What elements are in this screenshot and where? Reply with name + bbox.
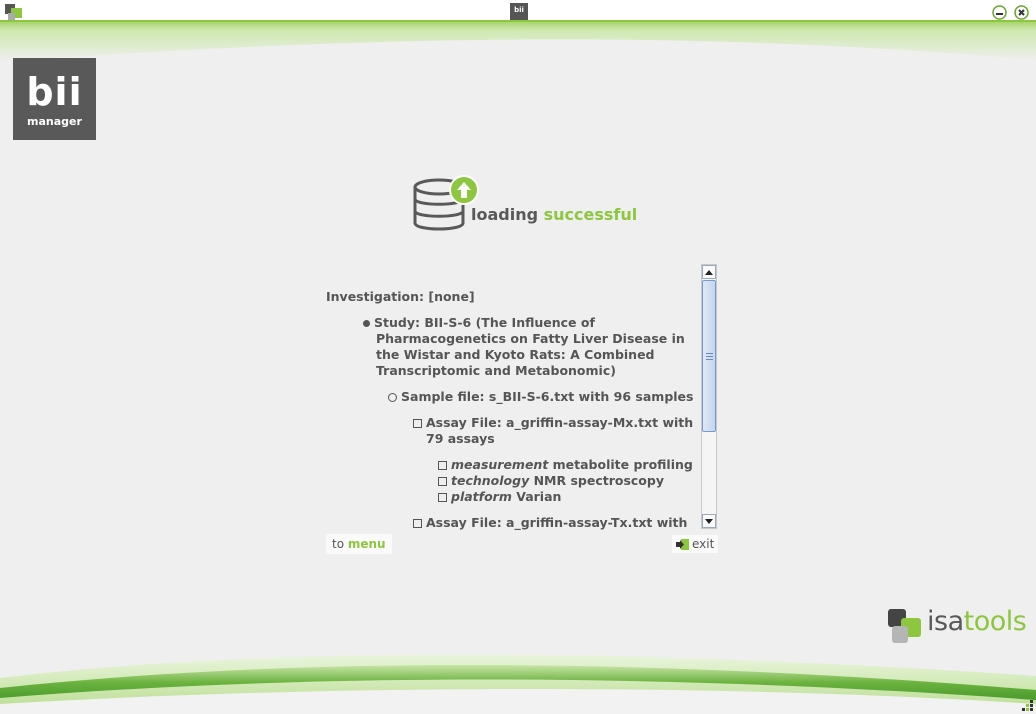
investigation-node[interactable]: Investigation: [none] xyxy=(326,289,475,305)
arrow-up-icon xyxy=(705,269,713,275)
tree-scrollbar[interactable] xyxy=(701,264,717,529)
assay-file-node[interactable]: Assay File: a_griffin-assay-Mx.txt with xyxy=(413,415,693,431)
square-bullet-icon xyxy=(438,461,447,470)
bottom-wave-decoration xyxy=(0,654,1036,714)
top-wave-decoration xyxy=(0,20,1036,66)
study-node-line: the Wistar and Kyoto Rats: A Combined xyxy=(376,347,655,362)
circle-bullet-icon xyxy=(388,393,397,402)
square-bullet-icon xyxy=(438,477,447,486)
isatools-brand: isatools xyxy=(927,606,1027,637)
bullet-icon xyxy=(363,320,370,327)
exit-button[interactable]: exit xyxy=(672,535,719,553)
logo-subtitle: manager xyxy=(27,115,82,128)
logo-title: bii xyxy=(26,70,83,114)
square-bullet-icon xyxy=(438,493,447,502)
to-menu-button[interactable]: to menu xyxy=(326,534,392,554)
study-node-line: Pharmacogenetics on Fatty Liver Disease … xyxy=(376,331,685,346)
close-icon[interactable] xyxy=(1014,5,1029,20)
study-node-line: Transcriptomic and Metabonomic) xyxy=(376,363,616,378)
assay-file-node-line: 79 assays xyxy=(426,431,495,446)
sample-file-node[interactable]: Sample file: s_BII-S-6.txt with 96 sampl… xyxy=(388,389,693,405)
resize-grip-icon[interactable] xyxy=(1020,700,1034,712)
assay-property[interactable]: technology NMR spectroscopy xyxy=(438,473,664,489)
minimize-icon[interactable] xyxy=(992,5,1007,20)
study-node[interactable]: Study: BII-S-6 (The Influence of xyxy=(363,315,595,331)
assay-file-node[interactable]: Assay File: a_griffin-assay-Tx.txt with xyxy=(413,515,687,530)
scroll-up-button[interactable] xyxy=(702,265,716,279)
loading-status: loading successful xyxy=(471,205,638,224)
title-logo: bii xyxy=(510,3,528,21)
square-bullet-icon xyxy=(413,519,422,528)
investigation-tree[interactable]: Investigation: [none] Study: BII-S-6 (Th… xyxy=(320,264,701,530)
arrow-down-icon xyxy=(705,518,713,524)
app-icon xyxy=(5,4,22,20)
assay-property[interactable]: platform Varian xyxy=(438,489,561,505)
grip-icon xyxy=(706,353,713,360)
scroll-down-button[interactable] xyxy=(702,514,716,528)
square-bullet-icon xyxy=(413,419,422,428)
assay-property[interactable]: measurement metabolite profiling xyxy=(438,457,693,473)
bii-manager-logo: bii manager xyxy=(13,58,96,140)
scroll-thumb[interactable] xyxy=(702,280,716,432)
isatools-logo-icon xyxy=(888,609,921,643)
exit-icon xyxy=(676,539,689,550)
